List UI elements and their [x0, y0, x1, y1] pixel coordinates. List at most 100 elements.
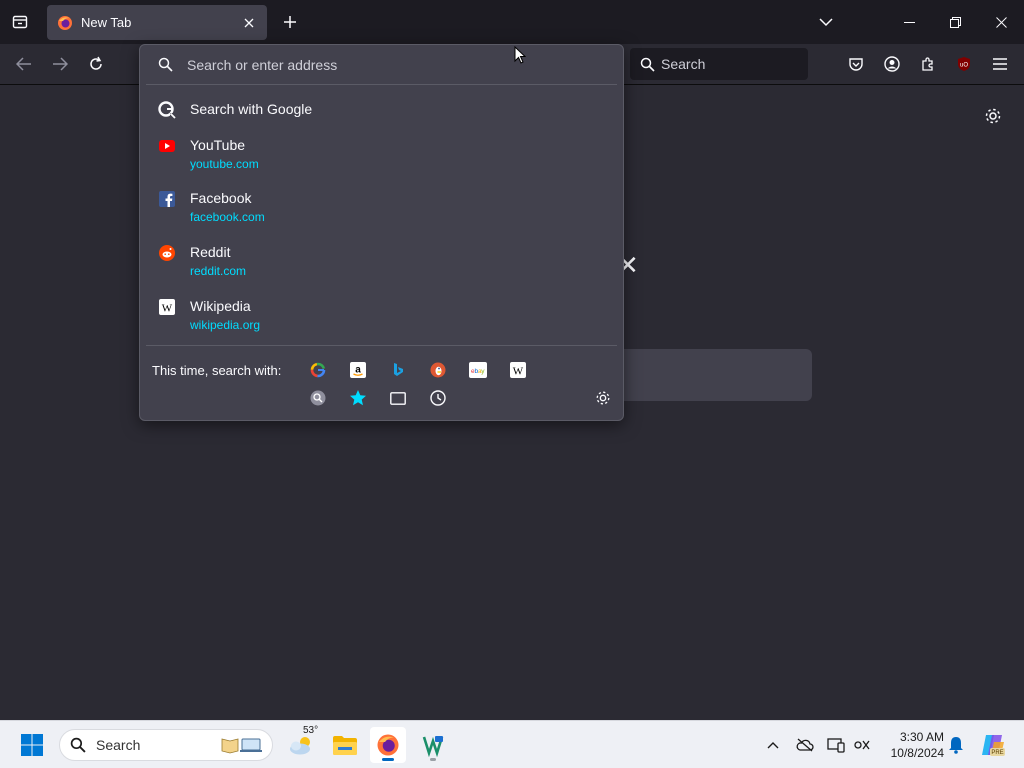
weather-widget[interactable]: 53° [284, 725, 320, 763]
close-icon [995, 16, 1007, 28]
firefox-logo-icon [377, 734, 399, 756]
address-bar-placeholder: Search or enter address [187, 56, 338, 73]
close-tab-button[interactable] [241, 15, 257, 31]
firefox-view-button[interactable] [8, 11, 32, 33]
cloud-offline-icon [796, 738, 814, 752]
wikipedia-icon: W [510, 362, 526, 378]
result-youtube[interactable]: YouTube youtube.com [140, 135, 623, 173]
search-highlight-icon [221, 738, 262, 754]
ebay-icon: ebay [469, 362, 487, 378]
network-tray-button[interactable] [852, 735, 872, 755]
active-app-indicator [382, 758, 394, 761]
search-settings-button[interactable] [593, 388, 613, 408]
account-icon [884, 56, 900, 72]
clock-icon [430, 390, 446, 406]
gear-icon [596, 391, 610, 405]
onedrive-tray-button[interactable] [795, 735, 815, 755]
monitor-icon [827, 738, 845, 753]
address-bar[interactable]: Search or enter address [146, 45, 617, 85]
pocket-icon [849, 58, 863, 71]
engine-duckduckgo-button[interactable] [428, 360, 448, 380]
taskbar-clock[interactable]: 3:30 AM 10/8/2024 [880, 729, 944, 761]
bing-icon [394, 363, 403, 376]
customize-new-tab-button[interactable] [982, 105, 1004, 127]
extensions-button[interactable] [916, 53, 940, 75]
notifications-button[interactable] [946, 735, 966, 755]
result-wikipedia[interactable]: W Wikipedia wikipedia.org [140, 296, 623, 334]
engine-ebay-button[interactable]: ebay [468, 360, 488, 380]
firefox-taskbar-button[interactable] [370, 727, 406, 763]
svg-text:W: W [162, 303, 173, 315]
display-tray-button[interactable] [826, 735, 846, 755]
chevron-up-icon [767, 742, 779, 749]
minimize-button[interactable] [896, 11, 922, 33]
history-mode-button[interactable] [428, 388, 448, 408]
search-icon [70, 737, 86, 753]
restore-button[interactable] [942, 11, 968, 33]
star-icon [350, 390, 366, 406]
amazon-icon: a [350, 362, 366, 378]
copilot-button[interactable]: PRE [980, 732, 1006, 758]
file-explorer-button[interactable] [327, 727, 363, 763]
taskbar-search[interactable]: Search [59, 729, 273, 761]
restore-icon [949, 16, 961, 28]
bookmarks-mode-button[interactable] [348, 388, 368, 408]
mouse-cursor-icon [514, 46, 526, 64]
result-url: reddit.com [190, 264, 247, 278]
svg-text:a: a [355, 365, 361, 376]
search-icon [158, 57, 173, 72]
list-all-tabs-button[interactable] [814, 11, 838, 33]
pinned-app-button[interactable] [415, 727, 451, 763]
clock-time: 3:30 AM [899, 730, 944, 744]
search-engine-icon [310, 390, 326, 406]
search-engine-mode-button[interactable] [308, 388, 328, 408]
svg-text:PRE: PRE [991, 750, 1003, 756]
show-hidden-icons-button[interactable] [763, 735, 783, 755]
bell-icon [949, 737, 963, 754]
google-icon [310, 362, 326, 378]
new-tab-button[interactable] [278, 11, 302, 33]
result-facebook[interactable]: Facebook facebook.com [140, 188, 623, 226]
reddit-icon [158, 244, 176, 262]
hamburger-menu-icon [993, 58, 1007, 70]
engine-google-button[interactable] [308, 360, 328, 380]
tab-icon [390, 391, 406, 405]
ublock-origin-button[interactable]: uO [952, 53, 976, 75]
taskbar-search-placeholder: Search [96, 737, 141, 753]
engine-amazon-button[interactable]: a [348, 360, 368, 380]
close-window-button[interactable] [988, 11, 1014, 33]
result-title: YouTube [190, 137, 246, 153]
result-url: facebook.com [190, 210, 265, 224]
google-icon [158, 101, 176, 119]
account-button[interactable] [880, 53, 904, 75]
result-title: Wikipedia [190, 298, 251, 314]
address-bar-dropdown: Search or enter address Search with Goog… [139, 44, 624, 421]
reload-icon [90, 56, 102, 70]
back-button[interactable] [12, 53, 36, 75]
tab-title: New Tab [81, 15, 132, 30]
duckduckgo-icon [430, 362, 446, 378]
search-icon [640, 57, 655, 72]
tabs-mode-button[interactable] [388, 388, 408, 408]
plus-icon [284, 16, 296, 28]
engine-wikipedia-button[interactable]: W [508, 360, 528, 380]
arrow-left-icon [16, 57, 31, 71]
forward-button[interactable] [48, 53, 72, 75]
svg-text:W: W [513, 366, 524, 378]
gear-icon [985, 108, 1001, 124]
engine-bing-button[interactable] [388, 360, 408, 380]
puzzle-icon [922, 57, 933, 71]
result-search-with-google[interactable]: Search with Google [140, 99, 623, 119]
tab-new-tab[interactable]: New Tab [47, 5, 267, 40]
result-reddit[interactable]: Reddit reddit.com [140, 242, 623, 280]
search-bar-placeholder: Search [661, 56, 706, 72]
pocket-button[interactable] [844, 53, 868, 75]
chevron-down-icon [819, 18, 833, 27]
search-bar[interactable]: Search [630, 48, 808, 80]
copilot-icon: PRE [982, 735, 1005, 756]
reload-button[interactable] [84, 53, 108, 75]
arrow-right-icon [53, 57, 68, 71]
start-button[interactable] [14, 727, 50, 763]
close-icon [244, 18, 254, 27]
app-menu-button[interactable] [988, 53, 1012, 75]
